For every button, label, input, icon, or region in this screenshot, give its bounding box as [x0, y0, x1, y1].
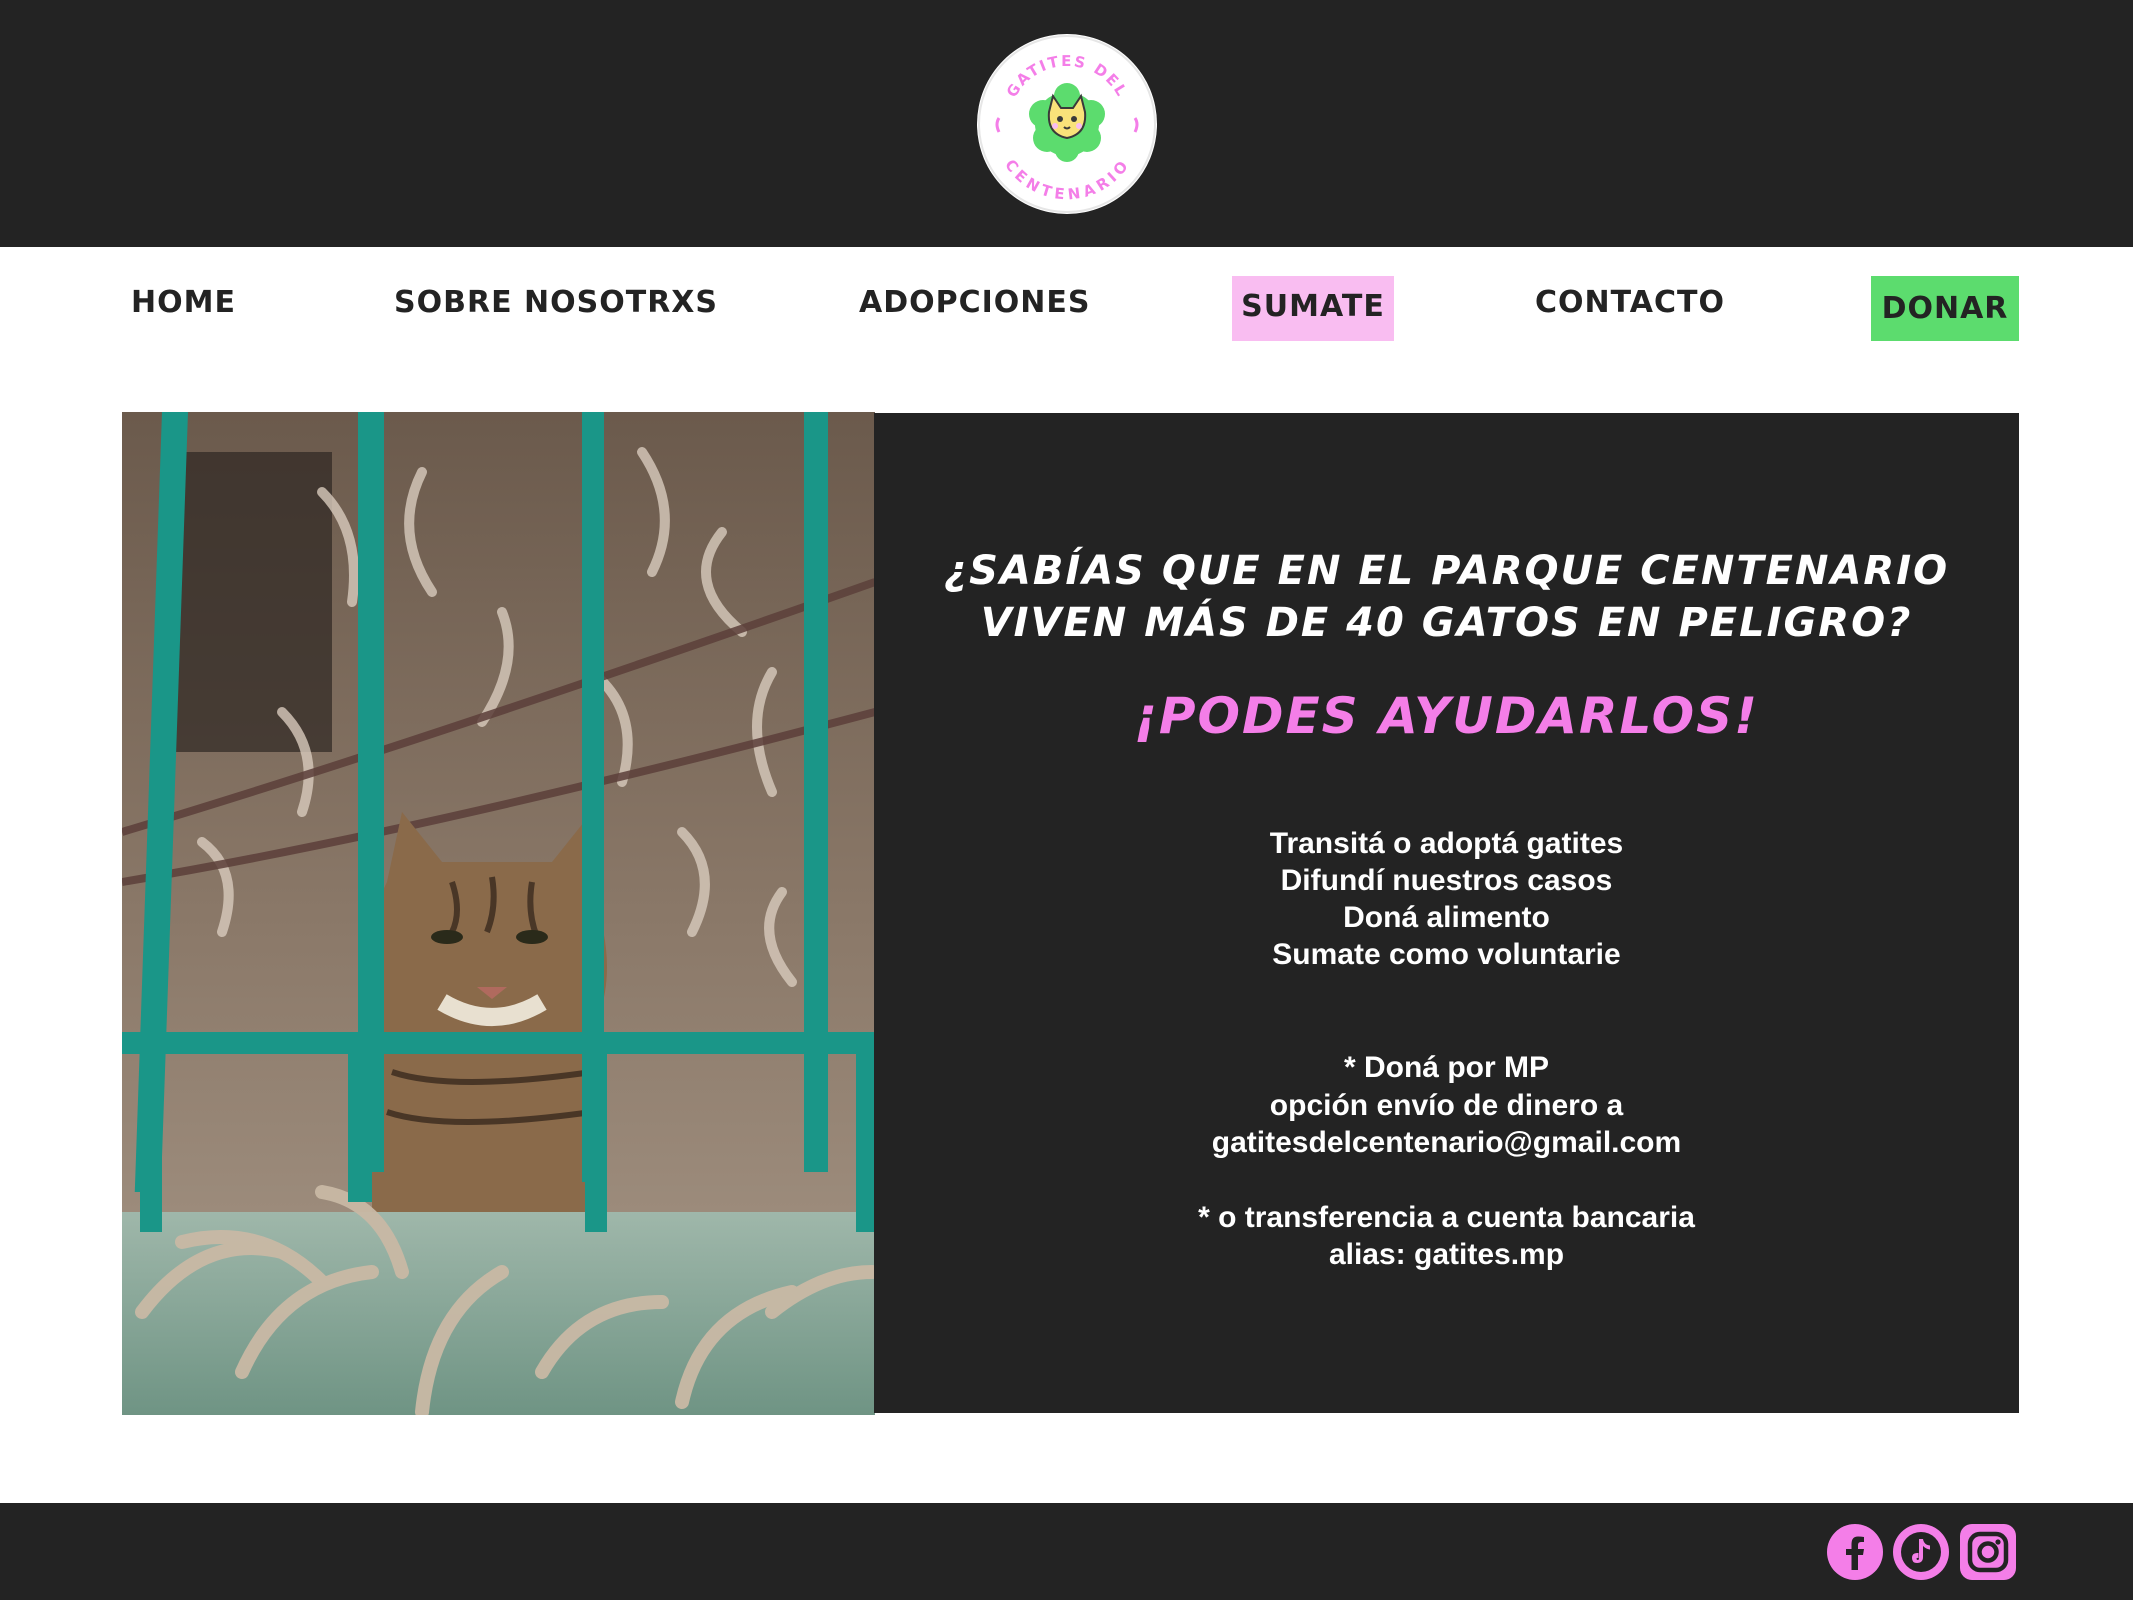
instagram-icon[interactable] — [1960, 1524, 2016, 1580]
nav-sumate[interactable]: SUMATE — [1232, 276, 1394, 341]
donation-info: * Doná por MP opción envío de dinero a g… — [874, 1049, 2019, 1274]
donate-mp-option: opción envío de dinero a — [1269, 1088, 1624, 1122]
logo-graphic: GATITES DEL CENTENARIO — [978, 35, 1156, 213]
hero-headline: ¿Sabías que en el Parque Centenario vive… — [874, 545, 2019, 649]
nav-sobre-nosotrxs[interactable]: SOBRE NOSOTRXS — [394, 283, 718, 323]
nav-home[interactable]: HOME — [131, 283, 236, 323]
cat-behind-fence-photo — [122, 412, 875, 1415]
donate-bank-line: * o transferencia a cuenta bancaria — [1198, 1200, 1695, 1234]
nav-donar-button[interactable]: DONAR — [1871, 276, 2019, 341]
footer-bar — [0, 1503, 2133, 1600]
list-item: Difundí nuestros casos — [1280, 864, 1613, 897]
donate-mp-line: * Doná por MP — [1343, 1051, 1549, 1084]
ways-to-help-list: Transitá o adoptá gatites Difundí nuestr… — [874, 825, 2019, 973]
list-item: Transitá o adoptá gatites — [1269, 827, 1624, 860]
list-item: Sumate como voluntarie — [1272, 938, 1621, 971]
cta-heading: ¡Podes ayudarlos! — [1134, 687, 1759, 745]
donate-email[interactable]: gatitesdelcentenario@gmail.com — [874, 1124, 2019, 1162]
headline-line-2: viven más de 40 gatos en peligro? — [980, 600, 1913, 646]
nav-adopciones[interactable]: ADOPCIONES — [859, 283, 1091, 323]
list-item: Doná alimento — [1343, 901, 1550, 934]
headline-line-1: ¿Sabías que en el Parque Centenario — [943, 548, 1950, 594]
facebook-icon[interactable] — [1827, 1524, 1883, 1580]
donate-alias: alias: gatites.mp — [1328, 1238, 1565, 1271]
site-logo[interactable]: GATITES DEL CENTENARIO — [977, 34, 1157, 214]
info-panel: ¿Sabías que en el Parque Centenario vive… — [874, 413, 2019, 1413]
tiktok-icon[interactable] — [1893, 1524, 1949, 1580]
nav-contacto[interactable]: CONTACTO — [1535, 283, 1725, 323]
